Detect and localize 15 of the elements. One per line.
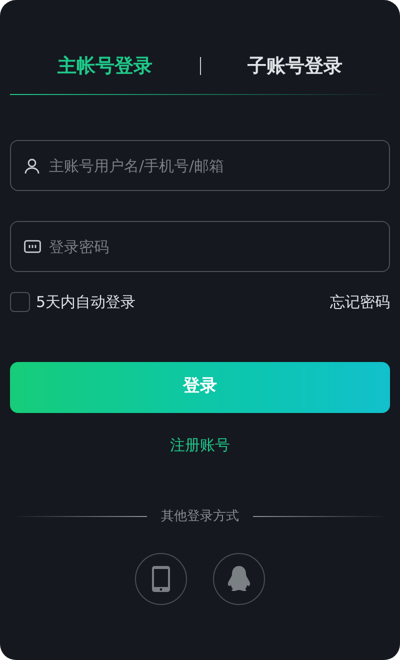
forgot-password-link[interactable]: 忘记密码 (330, 291, 390, 314)
other-login-title: 其他登录方式 (161, 508, 239, 526)
keypad-icon (24, 240, 41, 253)
checkbox[interactable] (10, 292, 30, 312)
input-field[interactable]: 主账号用户名/手机号/邮箱 (10, 140, 390, 191)
tab[interactable]: 子账号登录 (248, 52, 342, 80)
remember-label: 5天内自动登录 (36, 292, 136, 313)
phone-icon (152, 566, 170, 592)
register-link[interactable]: 注册账号 (170, 434, 230, 456)
user-icon (24, 158, 40, 174)
input-field[interactable]: 登录密码 (10, 221, 390, 272)
penguin-icon (227, 566, 251, 592)
social-login-button[interactable] (135, 552, 187, 604)
social-login-button[interactable] (213, 552, 265, 604)
tab[interactable]: 主帐号登录 (58, 52, 152, 80)
